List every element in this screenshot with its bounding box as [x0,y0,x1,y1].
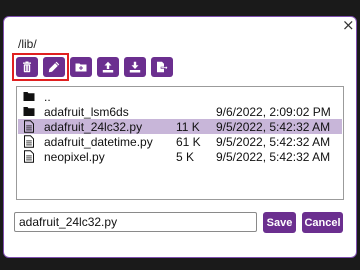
file-size: 11 K [176,120,200,134]
new-folder-button[interactable] [70,57,92,77]
file-size: 61 K [176,135,201,149]
download-icon [129,61,141,73]
file-name: adafruit_24lc32.py [44,120,143,134]
file-icon [24,135,34,148]
list-item-selected[interactable]: adafruit_24lc32.py 11 K 9/5/2022, 5:42:3… [18,119,342,134]
delete-button[interactable] [16,57,38,77]
filename-input[interactable] [14,212,257,232]
file-size: 5 K [176,150,195,164]
list-item[interactable]: adafruit_lsm6ds 9/6/2022, 2:09:02 PM [18,104,342,119]
file-modified: 9/5/2022, 5:42:32 AM [216,135,331,149]
trash-icon [23,61,31,73]
folder-icon [23,107,35,116]
file-modified: 9/6/2022, 2:09:02 PM [216,105,331,119]
download-button[interactable] [124,57,146,77]
cancel-button[interactable]: Cancel [302,212,343,233]
file-name: adafruit_lsm6ds [44,105,129,119]
pencil-icon [48,61,60,73]
upload-icon [102,61,114,73]
rename-button[interactable] [43,57,65,77]
file-name: neopixel.py [44,150,105,164]
file-modified: 9/5/2022, 5:42:32 AM [216,150,331,164]
list-item[interactable]: .. [18,89,342,104]
file-name: adafruit_datetime.py [44,135,153,149]
file-icon [24,150,34,163]
save-button[interactable]: Save [263,212,296,233]
move-button[interactable] [151,57,173,77]
move-file-icon [157,61,168,73]
folder-icon [23,92,35,101]
file-icon [24,120,34,133]
list-item[interactable]: adafruit_datetime.py 61 K 9/5/2022, 5:42… [18,134,342,149]
current-path: /lib/ [18,37,37,51]
upload-button[interactable] [97,57,119,77]
file-modified: 9/5/2022, 5:42:32 AM [216,120,331,134]
list-item[interactable]: neopixel.py 5 K 9/5/2022, 5:42:32 AM [18,149,342,164]
new-folder-icon [75,63,87,72]
file-name: .. [44,90,51,104]
close-icon[interactable]: × [342,18,355,33]
file-list[interactable]: .. adafruit_lsm6ds 9/6/2022, 2:09:02 PM … [16,86,344,200]
